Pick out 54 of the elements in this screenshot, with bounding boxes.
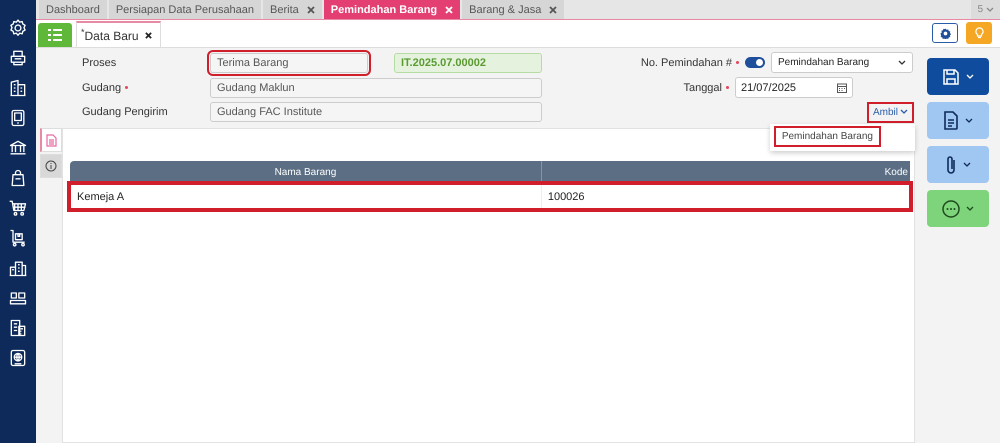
globe-icon[interactable] xyxy=(8,348,28,368)
document-tab[interactable]: $^{*}$Data Baru xyxy=(76,21,161,47)
cart-icon[interactable] xyxy=(8,198,28,218)
printer-icon[interactable] xyxy=(8,48,28,68)
more-icon xyxy=(942,200,960,218)
info-icon xyxy=(45,160,57,172)
field-label: Gudang Pengirim xyxy=(82,106,168,118)
calendar-icon[interactable] xyxy=(837,82,847,92)
field-label: Gudang xyxy=(82,82,122,94)
required-mark xyxy=(736,61,739,64)
caret-icon xyxy=(898,60,906,66)
caret-icon xyxy=(966,74,974,80)
tab[interactable]: Berita xyxy=(263,0,322,19)
gear-icon[interactable] xyxy=(8,18,28,38)
sender-warehouse-field[interactable]: Gudang FAC Institute xyxy=(210,102,542,122)
panel-tab[interactable] xyxy=(40,154,62,178)
save-icon xyxy=(942,68,960,86)
building-icon[interactable] xyxy=(8,78,28,98)
attachment-button[interactable] xyxy=(926,146,988,183)
field-label: Tanggal xyxy=(683,82,722,94)
field-label: No. Pemindahan # xyxy=(640,56,732,68)
caret-icon xyxy=(966,206,974,212)
caret-icon xyxy=(986,6,994,12)
settings-icon xyxy=(940,28,950,38)
tab[interactable]: Pemindahan Barang xyxy=(324,0,460,19)
number-select[interactable]: Pemindahan Barang xyxy=(771,52,913,73)
caret-icon xyxy=(900,109,908,115)
document-icon xyxy=(942,111,958,130)
table-cell: Kemeja A xyxy=(70,184,542,209)
field-label: Proses xyxy=(82,56,116,68)
menu-item[interactable]: Pemindahan Barang xyxy=(774,126,881,147)
table-cell: 100026 xyxy=(541,184,910,209)
number-field: IT.2025.07.00002 xyxy=(394,52,542,72)
required-mark xyxy=(125,86,128,89)
tab[interactable]: Persiapan Data Perusahaan xyxy=(108,0,262,19)
toggle-switch[interactable] xyxy=(745,57,765,68)
settings-button[interactable] xyxy=(932,23,958,43)
warehouse-field[interactable]: Gudang Maklun xyxy=(210,78,542,98)
fetch-button[interactable]: Ambil xyxy=(870,104,911,120)
list-icon xyxy=(48,29,62,41)
tab[interactable]: Dashboard xyxy=(39,0,107,19)
document-icon xyxy=(46,134,57,146)
paperclip-icon xyxy=(944,154,956,174)
tab[interactable]: Barang & Jasa xyxy=(462,0,564,19)
save-button[interactable] xyxy=(926,58,988,95)
document-button[interactable] xyxy=(926,102,988,139)
caret-icon xyxy=(962,162,970,168)
more-button[interactable] xyxy=(926,190,988,227)
lightbulb-icon xyxy=(974,26,984,40)
close-icon[interactable] xyxy=(144,32,152,38)
caret-icon xyxy=(964,118,972,124)
required-mark xyxy=(726,86,729,89)
trolley-icon[interactable] xyxy=(8,228,28,248)
date-field[interactable]: 21/07/2025 xyxy=(735,77,853,98)
